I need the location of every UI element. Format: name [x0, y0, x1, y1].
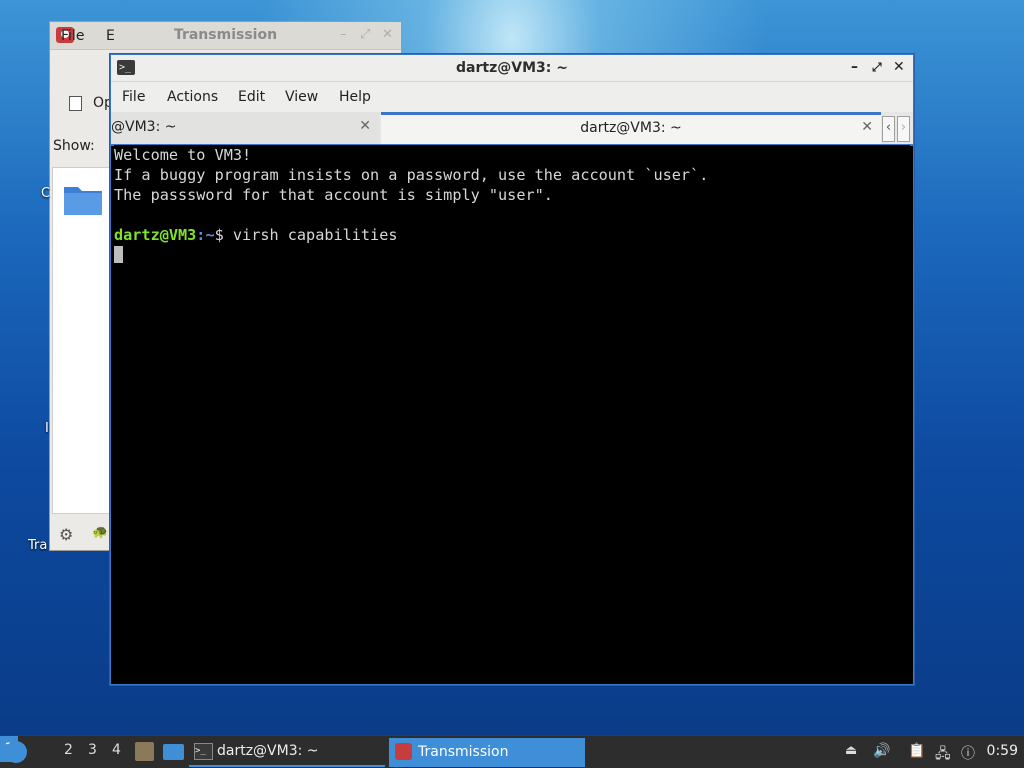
tab-close-icon[interactable]: ✕	[359, 118, 371, 134]
taskbar: 1 2 3 4 >_ dartz@VM3: ~ Transmission ⏏ 🔊…	[0, 735, 1024, 768]
tab-active[interactable]: dartz@VM3: ~ ✕	[381, 112, 881, 144]
close-icon[interactable]: ✕	[893, 59, 905, 75]
clipboard-icon[interactable]: 📋	[908, 743, 925, 759]
tab-scroll-right-icon[interactable]: ›	[897, 116, 910, 142]
show-desktop-icon[interactable]	[163, 744, 184, 760]
terminal-prompt-line: dartz@VM3:~$ virsh capabilities	[114, 225, 910, 245]
gear-icon[interactable]: ⚙	[59, 525, 73, 544]
minimize-icon[interactable]: –	[851, 59, 858, 75]
transmission-menu-edit[interactable]: E	[106, 28, 115, 44]
task-terminal[interactable]: >_ dartz@VM3: ~	[189, 738, 385, 767]
workspace-3[interactable]: 3	[88, 742, 97, 758]
transmission-titlebar[interactable]: Transmission – ⤢ ✕	[50, 22, 401, 50]
task-label: Transmission	[418, 744, 509, 760]
tab-label: @VM3: ~	[111, 119, 177, 135]
prompt-command: virsh capabilities	[232, 226, 398, 244]
folder-icon	[64, 187, 102, 215]
terminal-output[interactable]: Welcome to VM3! If a buggy program insis…	[114, 145, 910, 681]
terminal-titlebar[interactable]: >_ dartz@VM3: ~ – ⤢ ✕	[111, 55, 913, 82]
clock[interactable]: 0:59	[987, 743, 1018, 759]
terminal-line: Welcome to VM3!	[114, 146, 252, 164]
close-icon[interactable]: ✕	[382, 27, 393, 42]
notification-icon[interactable]: ⓘ	[961, 743, 975, 763]
desktop-label-fragment[interactable]: C	[41, 186, 50, 201]
tray-eject-icon[interactable]: ⏏	[845, 743, 857, 758]
desktop-label-fragment[interactable]: I	[45, 421, 49, 436]
file-manager-icon[interactable]	[135, 742, 154, 761]
menu-help[interactable]: Help	[339, 89, 371, 105]
network-icon[interactable]: 🖧	[935, 743, 951, 767]
tab-close-icon[interactable]: ✕	[861, 119, 873, 135]
terminal-menubar: File Actions Edit View Help	[111, 82, 913, 112]
prompt-user-host: dartz@VM3	[114, 226, 197, 244]
desktop-label-fragment[interactable]: Tra	[28, 538, 47, 553]
task-label: dartz@VM3: ~	[217, 743, 319, 759]
show-filter-label: Show:	[53, 138, 95, 154]
menu-view[interactable]: View	[285, 89, 318, 105]
menu-edit[interactable]: Edit	[238, 89, 265, 105]
workspace-2[interactable]: 2	[64, 742, 73, 758]
volume-icon[interactable]: 🔊	[873, 743, 890, 759]
prompt-path: :~	[196, 226, 215, 244]
terminal-title: dartz@VM3: ~	[456, 60, 568, 76]
open-file-icon[interactable]	[69, 96, 82, 111]
turtle-icon[interactable]: 🐢	[92, 525, 108, 540]
terminal-window[interactable]: >_ dartz@VM3: ~ – ⤢ ✕ File Actions Edit …	[110, 54, 914, 685]
minimize-icon[interactable]: –	[340, 27, 347, 42]
app-menu-icon[interactable]	[5, 741, 27, 763]
transmission-icon	[395, 743, 412, 760]
maximize-icon[interactable]: ⤢	[872, 60, 882, 75]
terminal-cursor	[114, 246, 123, 263]
tab-label: dartz@VM3: ~	[580, 120, 682, 136]
terminal-icon: >_	[194, 743, 213, 760]
terminal-line: If a buggy program insists on a password…	[114, 166, 709, 184]
task-transmission[interactable]: Transmission	[389, 738, 585, 767]
terminal-line: The passsword for that account is simply…	[114, 186, 553, 204]
prompt-symbol: $	[214, 226, 224, 244]
transmission-title: Transmission	[173, 27, 278, 43]
menu-actions[interactable]: Actions	[167, 89, 218, 105]
terminal-tabbar: @VM3: ~ ✕ dartz@VM3: ~ ✕ ‹ ›	[111, 112, 913, 146]
tab-scroll-left-icon[interactable]: ‹	[882, 116, 895, 142]
maximize-icon[interactable]: ⤢	[360, 27, 370, 42]
transmission-menu-file[interactable]: File	[61, 28, 84, 44]
tab-inactive[interactable]: @VM3: ~ ✕	[111, 112, 379, 144]
workspace-4[interactable]: 4	[112, 742, 121, 758]
menu-file[interactable]: File	[122, 89, 145, 105]
terminal-cursor-line	[114, 245, 910, 265]
